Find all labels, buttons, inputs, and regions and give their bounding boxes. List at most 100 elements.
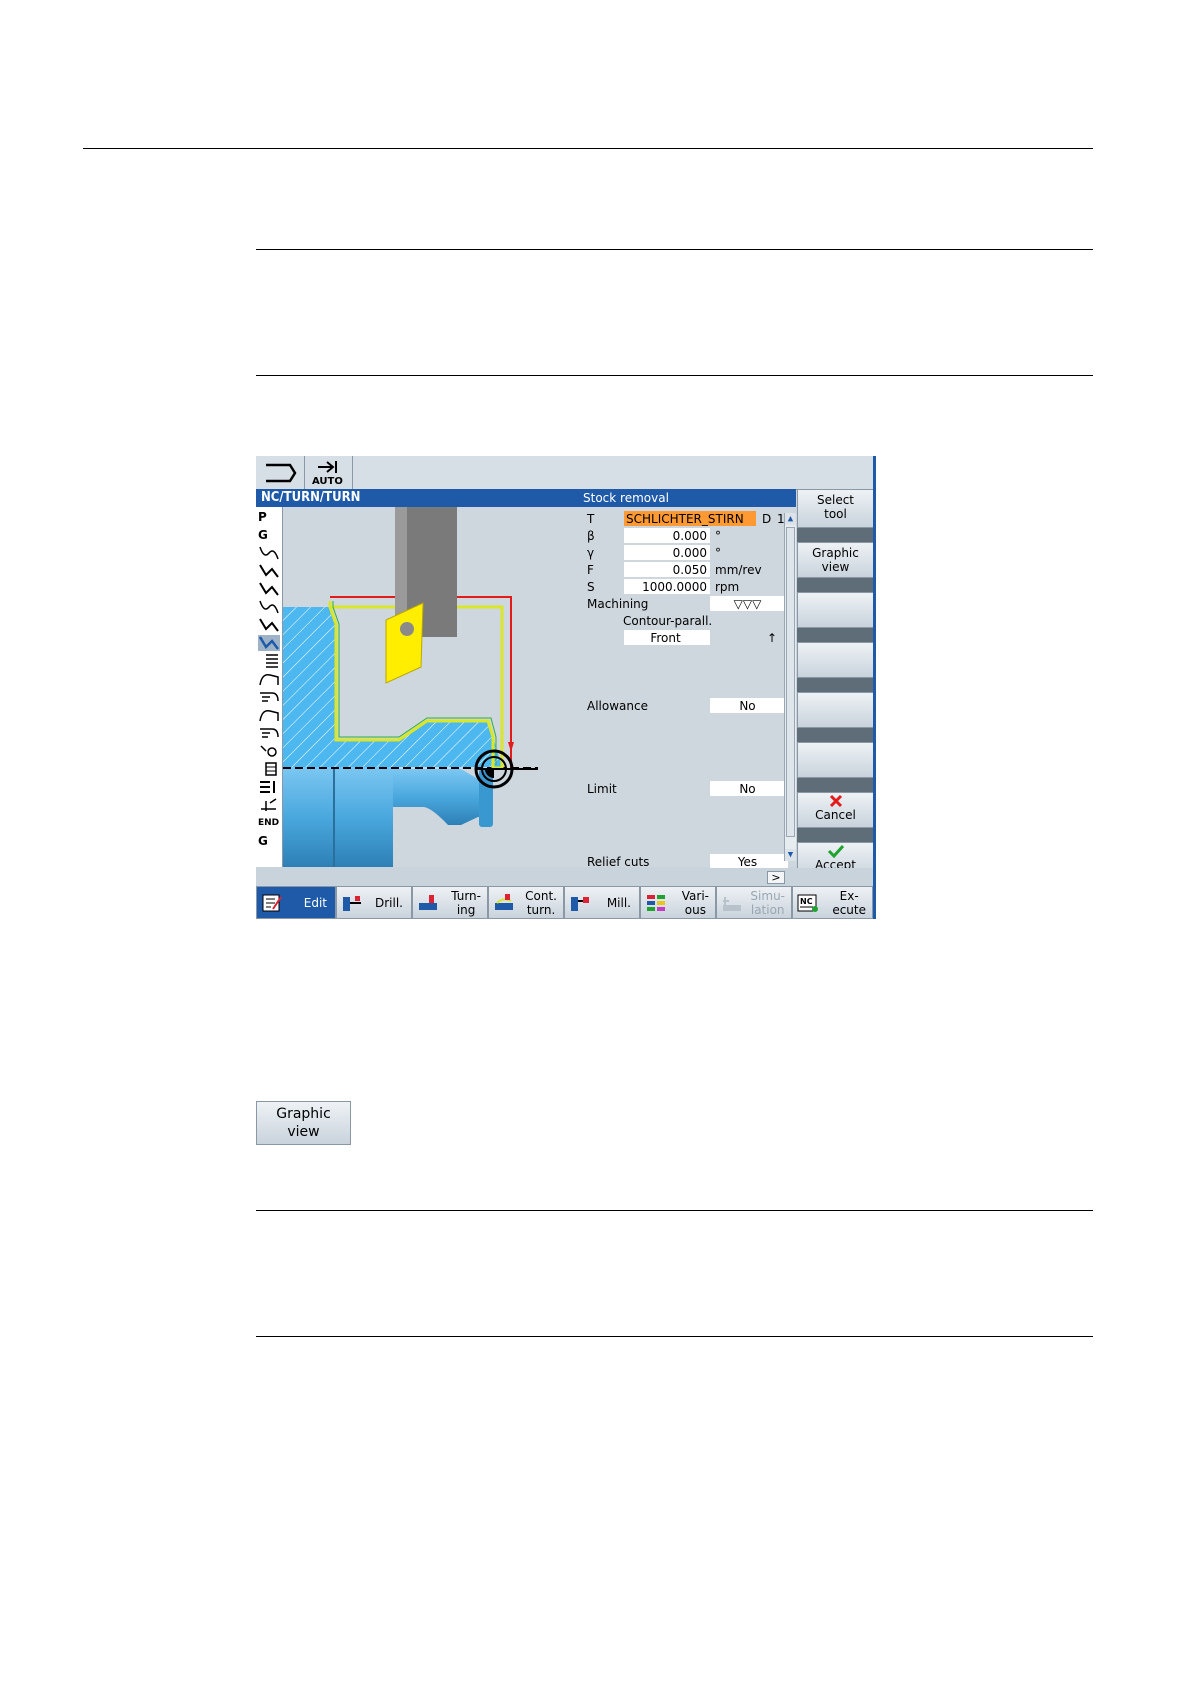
header-rule bbox=[83, 148, 1093, 149]
mill-button[interactable]: Mill. bbox=[564, 886, 640, 919]
scroll-up-icon[interactable]: ▲ bbox=[785, 513, 796, 525]
param-row-allowance: Allowance No bbox=[583, 698, 796, 714]
param-scrollbar[interactable]: ▲ ▼ bbox=[784, 513, 796, 861]
thread-block-icon[interactable] bbox=[258, 653, 280, 669]
speed-unit[interactable]: rpm bbox=[715, 579, 739, 595]
vsk-gap bbox=[797, 728, 874, 742]
cycle-title: Stock removal bbox=[583, 491, 669, 505]
edit-icon bbox=[262, 894, 282, 912]
groove-block-icon[interactable] bbox=[258, 545, 280, 561]
machining-field[interactable]: ▽▽▽ bbox=[710, 596, 788, 611]
groove-block-icon-2[interactable] bbox=[258, 563, 280, 579]
screen-right-edge bbox=[873, 456, 876, 919]
undercut-block-icon[interactable] bbox=[258, 599, 280, 615]
block-g[interactable]: G bbox=[258, 527, 280, 543]
limit-field[interactable]: No bbox=[710, 781, 788, 796]
direction-arrow-icon[interactable]: ↑ bbox=[767, 630, 777, 646]
relief-field[interactable]: Yes bbox=[710, 854, 788, 869]
hmi-screen: AUTO NC/TURN/TURN Stock removal P G END … bbox=[256, 456, 876, 919]
gamma-field[interactable]: 0.000 bbox=[624, 545, 710, 560]
machining-mode-field[interactable]: Contour-parall. bbox=[623, 613, 712, 629]
simulation-button[interactable]: Simu- lation bbox=[716, 886, 792, 919]
feed-unit[interactable]: mm/rev bbox=[715, 562, 762, 578]
vsk-gap bbox=[797, 678, 874, 692]
edit-button[interactable]: Edit bbox=[256, 886, 336, 919]
speed-field[interactable]: 1000.0000 bbox=[624, 579, 710, 594]
cancel-button[interactable]: Cancel bbox=[797, 792, 874, 828]
graphic-view-softkey-illustration[interactable]: Graphic view bbox=[256, 1101, 351, 1145]
beta-unit: ° bbox=[715, 529, 721, 543]
param-label-s: S bbox=[587, 580, 595, 594]
block-end[interactable]: END bbox=[258, 815, 280, 831]
vsk-gap bbox=[797, 578, 874, 592]
back-arrow-icon[interactable] bbox=[264, 462, 298, 484]
mill-label: Mill. bbox=[606, 896, 631, 910]
turning-button[interactable]: Turn- ing bbox=[412, 886, 488, 919]
simulation-label: Simu- lation bbox=[750, 889, 785, 917]
drill-button[interactable]: Drill. bbox=[336, 886, 412, 919]
param-row-speed: S 1000.0000 rpm bbox=[583, 579, 796, 595]
accept-check-icon bbox=[827, 844, 844, 858]
pattern-block-icon[interactable] bbox=[258, 779, 280, 795]
block-g-end[interactable]: G bbox=[258, 833, 280, 849]
contour-cut-block-icon[interactable] bbox=[258, 689, 280, 705]
param-label-gamma: γ bbox=[587, 546, 595, 560]
groove-block-icon-3[interactable] bbox=[258, 581, 280, 597]
position-block-icon[interactable] bbox=[258, 761, 280, 777]
top-separator bbox=[304, 456, 305, 489]
allowance-field[interactable]: No bbox=[710, 698, 788, 713]
drill-block-icon[interactable] bbox=[258, 743, 280, 759]
contour-turning-icon bbox=[495, 894, 513, 910]
top-strip: AUTO bbox=[256, 456, 874, 490]
param-label-limit: Limit bbox=[587, 782, 617, 796]
simulation-icon bbox=[723, 897, 741, 911]
param-row-direction: Front ↑ bbox=[583, 630, 796, 646]
program-block-column: P G END G bbox=[256, 507, 283, 867]
execute-label: Ex- ecute bbox=[832, 889, 866, 917]
vsk-gap bbox=[797, 778, 874, 792]
direction-field[interactable]: Front bbox=[624, 630, 710, 645]
note2-top-rule bbox=[256, 1210, 1093, 1211]
param-label-machining: Machining bbox=[587, 597, 649, 611]
feed-field[interactable]: 0.050 bbox=[624, 562, 710, 577]
empty-softkey-6[interactable] bbox=[797, 742, 874, 778]
note-bottom-rule bbox=[256, 375, 1093, 376]
param-label-d: D bbox=[762, 512, 772, 526]
contour-turning-label: Cont. turn. bbox=[525, 889, 557, 917]
note2-bottom-rule bbox=[256, 1336, 1093, 1337]
select-tool-button[interactable]: Select tool bbox=[797, 489, 874, 528]
param-row-mode: Contour-parall. bbox=[583, 613, 796, 629]
vsk-gap bbox=[797, 628, 874, 642]
beta-field[interactable]: 0.000 bbox=[624, 528, 710, 543]
contour-block-icon[interactable] bbox=[258, 671, 280, 687]
tool-name-field[interactable]: SCHLICHTER_STIRN bbox=[624, 511, 756, 526]
stock-removal-block-icon[interactable] bbox=[258, 635, 280, 651]
top-separator-2 bbox=[352, 456, 353, 489]
note-top-rule bbox=[256, 249, 1093, 250]
undercut-block-icon-2[interactable] bbox=[258, 617, 280, 633]
scroll-down-icon[interactable]: ▼ bbox=[785, 849, 796, 861]
graphic-view-button[interactable]: Graphic view bbox=[797, 542, 874, 578]
empty-softkey-3[interactable] bbox=[797, 592, 874, 628]
gamma-unit: ° bbox=[715, 546, 721, 560]
param-row-feed: F 0.050 mm/rev bbox=[583, 562, 796, 578]
various-button[interactable]: Vari- ous bbox=[640, 886, 716, 919]
parameter-panel: T SCHLICHTER_STIRN D 1 β 0.000 ° γ 0.000… bbox=[583, 507, 796, 869]
block-p[interactable]: P bbox=[258, 509, 280, 525]
empty-softkey-4[interactable] bbox=[797, 642, 874, 678]
graphic-view bbox=[283, 507, 583, 867]
contour-block-icon-2[interactable] bbox=[258, 707, 280, 723]
contour-turning-button[interactable]: Cont. turn. bbox=[488, 886, 564, 919]
param-label-f: F bbox=[587, 563, 594, 577]
param-row-machining: Machining ▽▽▽ bbox=[583, 596, 796, 612]
empty-softkey-5[interactable] bbox=[797, 692, 874, 728]
scroll-thumb[interactable] bbox=[786, 527, 795, 837]
scroll-right-button[interactable]: > bbox=[767, 871, 785, 884]
execute-button[interactable]: NC Ex- ecute bbox=[792, 886, 873, 919]
transform-block-icon[interactable] bbox=[258, 797, 280, 813]
program-path: NC/TURN/TURN bbox=[261, 490, 361, 505]
title-bar: NC/TURN/TURN Stock removal bbox=[256, 489, 796, 507]
various-label: Vari- ous bbox=[681, 889, 709, 917]
contour-cut-block-icon-2[interactable] bbox=[258, 725, 280, 741]
auto-mode-icon[interactable] bbox=[316, 459, 344, 475]
